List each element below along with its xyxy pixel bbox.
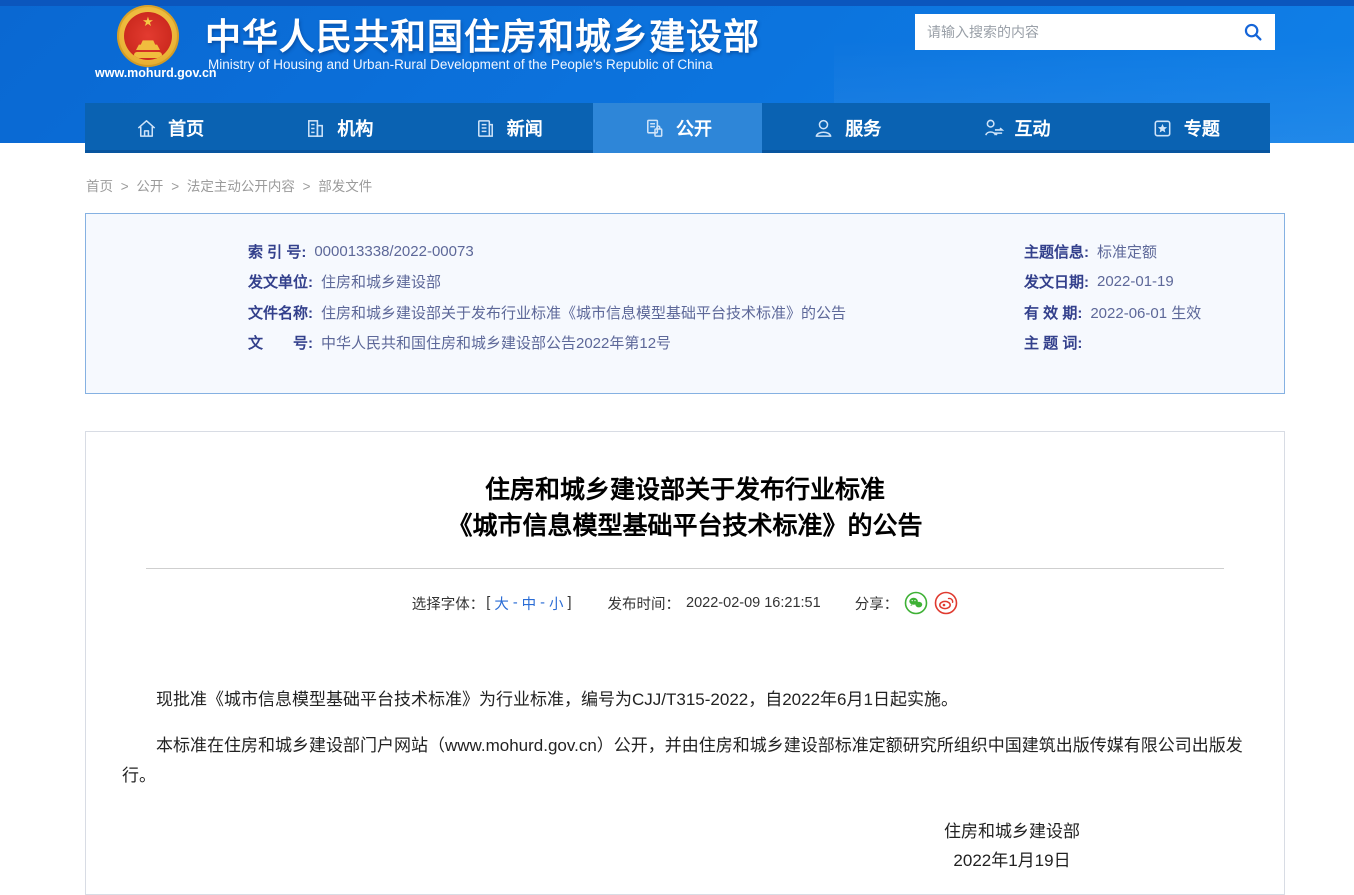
- breadcrumb-disclosure[interactable]: 公开: [136, 179, 163, 194]
- article-title: 住房和城乡建设部关于发布行业标准 《城市信息模型基础平台技术标准》的公告: [86, 472, 1284, 544]
- publish-time-label: 发布时间：: [608, 593, 681, 614]
- signature-unit: 住房和城乡建设部: [922, 817, 1102, 846]
- weibo-share-icon[interactable]: [934, 591, 958, 615]
- meta-value: 2022-06-01 生效: [1090, 302, 1201, 323]
- article-toolbar: 选择字体： [ 大 - 中 - 小 ] 发布时间： 2022-02-09 16:…: [86, 591, 1284, 615]
- share-label: 分享：: [855, 593, 899, 614]
- organization-icon: [304, 117, 327, 140]
- bracket-open: [: [486, 595, 490, 611]
- breadcrumb-home[interactable]: 首页: [86, 179, 113, 194]
- font-size-dash: -: [540, 595, 545, 611]
- meta-row-keywords: 主 题 词:: [1024, 328, 1354, 359]
- nav-item-label: 新闻: [507, 115, 543, 141]
- news-icon: [474, 117, 497, 140]
- article-paragraph: 现批准《城市信息模型基础平台技术标准》为行业标准，编号为CJJ/T315-202…: [122, 685, 1248, 715]
- meta-value: 000013338/2022-00073: [314, 243, 473, 260]
- nav-item-label: 首页: [168, 115, 204, 141]
- meta-value: 2022-01-19: [1097, 273, 1174, 290]
- site-subtitle-en: Ministry of Housing and Urban-Rural Deve…: [208, 57, 713, 72]
- site-url: www.mohurd.gov.cn: [95, 66, 217, 80]
- meta-label: 主题信息:: [1024, 241, 1089, 262]
- meta-value: 中华人民共和国住房和城乡建设部公告2022年第12号: [321, 332, 671, 353]
- meta-label: 发文单位:: [248, 271, 313, 292]
- font-size-medium-button[interactable]: 中: [522, 593, 537, 614]
- meta-row-document-number: 文 号: 中华人民共和国住房和城乡建设部公告2022年第12号: [248, 328, 968, 359]
- nav-item-news[interactable]: 新闻: [424, 103, 593, 153]
- nav-item-home[interactable]: 首页: [85, 103, 254, 153]
- article-title-line2: 《城市信息模型基础平台技术标准》的公告: [86, 508, 1284, 544]
- disclosure-icon: [643, 117, 666, 140]
- meta-row-effective-date: 有 效 期: 2022-06-01 生效: [1024, 297, 1354, 328]
- nav-item-label: 专题: [1184, 115, 1220, 141]
- meta-label: 索 引 号:: [248, 241, 306, 262]
- nav-item-service[interactable]: 服务: [762, 103, 931, 153]
- breadcrumb-statutory-content[interactable]: 法定主动公开内容: [187, 179, 295, 194]
- meta-row-issue-date: 发文日期: 2022-01-19: [1024, 267, 1354, 298]
- breadcrumb-separator: >: [303, 179, 311, 194]
- article-card: 住房和城乡建设部关于发布行业标准 《城市信息模型基础平台技术标准》的公告 选择字…: [85, 431, 1285, 895]
- breadcrumb-ministry-documents[interactable]: 部发文件: [318, 179, 372, 194]
- font-selector-label: 选择字体：: [412, 593, 485, 614]
- breadcrumb-separator: >: [121, 179, 129, 194]
- search-input[interactable]: [915, 14, 1231, 50]
- meta-row-index-number: 索 引 号: 000013338/2022-00073: [248, 236, 968, 267]
- search-bar[interactable]: [915, 14, 1275, 50]
- meta-column-left: 索 引 号: 000013338/2022-00073 发文单位: 住房和城乡建…: [248, 236, 968, 358]
- national-emblem-logo: ★: [117, 5, 179, 67]
- topic-icon: [1151, 117, 1174, 140]
- article-signature-block: 住房和城乡建设部 2022年1月19日: [86, 817, 1284, 875]
- interaction-icon: [982, 117, 1005, 140]
- wechat-share-icon[interactable]: [904, 591, 928, 615]
- nav-item-label: 公开: [676, 115, 712, 141]
- top-accent-strip: [0, 0, 1354, 6]
- meta-row-subject-info: 主题信息: 标准定额: [1024, 236, 1354, 267]
- site-title: 中华人民共和国住房和城乡建设部: [205, 8, 760, 60]
- search-icon: [1242, 21, 1264, 43]
- publish-time-value: 2022-02-09 16:21:51: [686, 595, 821, 611]
- meta-label: 文件名称:: [248, 302, 313, 323]
- emblem-star-icon: ★: [124, 15, 172, 28]
- meta-value: 住房和城乡建设部关于发布行业标准《城市信息模型基础平台技术标准》的公告: [321, 302, 846, 323]
- meta-value: 标准定额: [1097, 241, 1157, 262]
- emblem-gate-icon: [136, 38, 160, 50]
- service-icon: [812, 117, 835, 140]
- title-divider: [146, 568, 1224, 569]
- nav-item-label: 机构: [337, 115, 373, 141]
- meta-value: 住房和城乡建设部: [321, 271, 441, 292]
- article-body: 现批准《城市信息模型基础平台技术标准》为行业标准，编号为CJJ/T315-202…: [122, 685, 1248, 791]
- breadcrumb: 首页 > 公开 > 法定主动公开内容 > 部发文件: [86, 175, 376, 195]
- meta-row-issuing-unit: 发文单位: 住房和城乡建设部: [248, 267, 968, 298]
- meta-label: 主 题 词:: [1024, 332, 1082, 353]
- nav-item-label: 互动: [1015, 115, 1051, 141]
- emblem-ribbon: [134, 52, 162, 58]
- meta-row-document-name: 文件名称: 住房和城乡建设部关于发布行业标准《城市信息模型基础平台技术标准》的公…: [248, 297, 968, 328]
- document-meta-panel: 索 引 号: 000013338/2022-00073 发文单位: 住房和城乡建…: [85, 213, 1285, 394]
- bracket-close: ]: [568, 595, 572, 611]
- main-nav: 首页 机构 新闻 公开: [85, 103, 1270, 153]
- page: ★ www.mohurd.gov.cn 中华人民共和国住房和城乡建设部 Mini…: [0, 0, 1354, 895]
- nav-item-label: 服务: [845, 115, 881, 141]
- nav-item-topics[interactable]: 专题: [1101, 103, 1270, 153]
- meta-label: 发文日期:: [1024, 271, 1089, 292]
- emblem-inner: ★: [124, 12, 172, 60]
- breadcrumb-separator: >: [171, 179, 179, 194]
- meta-label: 有 效 期:: [1024, 302, 1082, 323]
- nav-item-disclosure[interactable]: 公开: [593, 103, 762, 153]
- article-title-line1: 住房和城乡建设部关于发布行业标准: [86, 472, 1284, 508]
- home-icon: [135, 117, 158, 140]
- font-size-dash: -: [513, 595, 518, 611]
- nav-item-organization[interactable]: 机构: [254, 103, 423, 153]
- signature-date: 2022年1月19日: [922, 846, 1102, 875]
- nav-item-interaction[interactable]: 互动: [931, 103, 1100, 153]
- meta-label: 文 号:: [248, 332, 313, 353]
- article-paragraph: 本标准在住房和城乡建设部门户网站（www.mohurd.gov.cn）公开，并由…: [122, 731, 1248, 791]
- font-size-small-button[interactable]: 小: [549, 593, 564, 614]
- font-size-large-button[interactable]: 大: [494, 593, 509, 614]
- meta-column-right: 主题信息: 标准定额 发文日期: 2022-01-19 有 效 期: 2022-…: [1024, 236, 1354, 358]
- search-button[interactable]: [1231, 14, 1275, 50]
